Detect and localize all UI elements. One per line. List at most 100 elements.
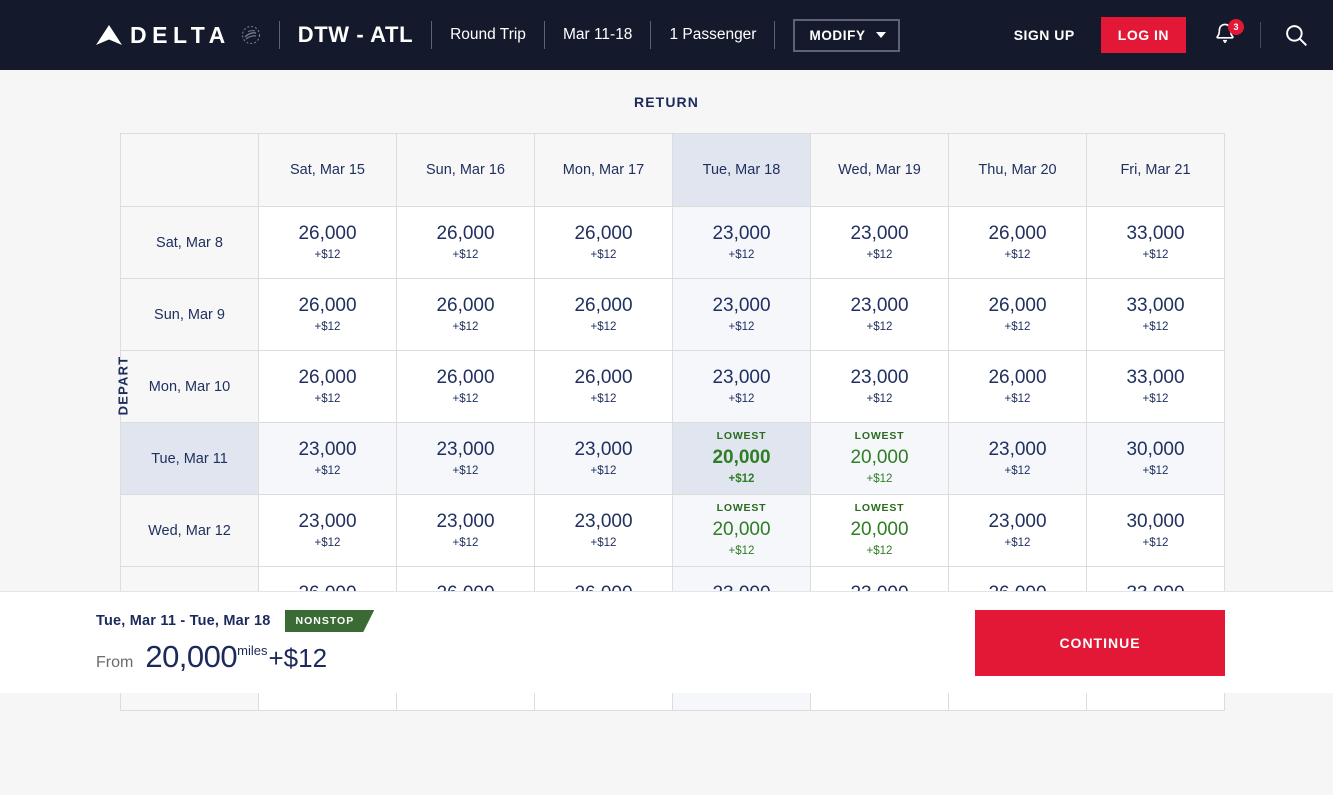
fare-fee: +$12 bbox=[949, 391, 1086, 408]
fare-miles: 23,000 bbox=[949, 437, 1086, 463]
search-button[interactable] bbox=[1283, 22, 1309, 48]
delta-logo[interactable]: DELTA bbox=[96, 24, 261, 47]
fare-cell[interactable]: 26,000+$12 bbox=[397, 207, 535, 279]
fare-fee: +$12 bbox=[1087, 463, 1224, 480]
fare-cell[interactable]: 23,000+$12 bbox=[811, 351, 949, 423]
lowest-fare-tag: LOWEST bbox=[673, 501, 810, 517]
fare-cell[interactable]: 23,000+$12 bbox=[811, 207, 949, 279]
fare-cell[interactable]: 23,000+$12 bbox=[259, 495, 397, 567]
fare-miles: 26,000 bbox=[949, 365, 1086, 391]
fare-cell[interactable]: 26,000+$12 bbox=[397, 351, 535, 423]
return-date-column-header[interactable]: Sat, Mar 15 bbox=[259, 134, 397, 207]
fare-miles: 20,000 bbox=[673, 517, 810, 543]
fare-miles: 30,000 bbox=[1087, 437, 1224, 463]
fare-fee: +$12 bbox=[949, 319, 1086, 336]
fare-cell[interactable]: 26,000+$12 bbox=[397, 279, 535, 351]
fare-cell[interactable]: 23,000+$12 bbox=[535, 423, 673, 495]
fare-cell[interactable]: 23,000+$12 bbox=[397, 495, 535, 567]
table-header-row: Sat, Mar 15Sun, Mar 16Mon, Mar 17Tue, Ma… bbox=[121, 134, 1225, 207]
fare-fee: +$12 bbox=[673, 247, 810, 264]
fare-miles: 26,000 bbox=[397, 293, 534, 319]
fare-cell[interactable]: 26,000+$12 bbox=[949, 279, 1087, 351]
fare-fee: +$12 bbox=[535, 535, 672, 552]
fare-miles: 23,000 bbox=[397, 437, 534, 463]
fare-miles: 23,000 bbox=[397, 509, 534, 535]
fare-cell[interactable]: 23,000+$12 bbox=[535, 495, 673, 567]
fare-cell[interactable]: 33,000+$12 bbox=[1087, 207, 1225, 279]
header-divider bbox=[650, 21, 651, 49]
lowest-fare-tag: LOWEST bbox=[811, 501, 948, 517]
fare-miles: 33,000 bbox=[1087, 365, 1224, 391]
fare-miles: 33,000 bbox=[1087, 293, 1224, 319]
miles-unit-label: miles bbox=[237, 643, 267, 658]
fare-cell[interactable]: 26,000+$12 bbox=[535, 207, 673, 279]
fare-cell[interactable]: LOWEST20,000+$12 bbox=[811, 423, 949, 495]
fare-fee: +$12 bbox=[811, 247, 948, 264]
fare-fee: +$12 bbox=[259, 535, 396, 552]
fare-cell[interactable]: 33,000+$12 bbox=[1087, 351, 1225, 423]
depart-date-row-header[interactable]: Tue, Mar 11 bbox=[121, 423, 259, 495]
fare-miles: 26,000 bbox=[397, 365, 534, 391]
fare-cell[interactable]: 33,000+$12 bbox=[1087, 279, 1225, 351]
depart-date-row-header[interactable]: Mon, Mar 10 bbox=[121, 351, 259, 423]
continue-button[interactable]: CONTINUE bbox=[975, 610, 1225, 676]
fare-cell[interactable]: 23,000+$12 bbox=[811, 279, 949, 351]
fare-cell[interactable]: LOWEST20,000+$12 bbox=[673, 495, 811, 567]
fare-cell[interactable]: 30,000+$12 bbox=[1087, 495, 1225, 567]
fare-fee: +$12 bbox=[397, 535, 534, 552]
fare-fee: +$12 bbox=[259, 463, 396, 480]
return-date-column-header[interactable]: Thu, Mar 20 bbox=[949, 134, 1087, 207]
fare-cell[interactable]: 26,000+$12 bbox=[259, 351, 397, 423]
fare-fee: +$12 bbox=[811, 319, 948, 336]
from-label: From bbox=[96, 654, 133, 672]
table-row: Mon, Mar 1026,000+$1226,000+$1226,000+$1… bbox=[121, 351, 1225, 423]
fare-cell[interactable]: 23,000+$12 bbox=[673, 207, 811, 279]
fare-cell[interactable]: 23,000+$12 bbox=[949, 495, 1087, 567]
depart-date-row-header[interactable]: Sat, Mar 8 bbox=[121, 207, 259, 279]
fare-cell[interactable]: 26,000+$12 bbox=[259, 207, 397, 279]
fare-fee: +$12 bbox=[811, 391, 948, 408]
return-axis-label: RETURN bbox=[0, 94, 1333, 110]
return-date-column-header[interactable]: Mon, Mar 17 bbox=[535, 134, 673, 207]
sign-up-link[interactable]: SIGN UP bbox=[1014, 27, 1075, 43]
fare-cell[interactable]: 26,000+$12 bbox=[259, 279, 397, 351]
fare-cell[interactable]: 26,000+$12 bbox=[535, 351, 673, 423]
fare-cell[interactable]: LOWEST20,000+$12 bbox=[811, 495, 949, 567]
return-date-column-header[interactable]: Sun, Mar 16 bbox=[397, 134, 535, 207]
return-date-column-header[interactable]: Wed, Mar 19 bbox=[811, 134, 949, 207]
fare-cell[interactable]: 23,000+$12 bbox=[949, 423, 1087, 495]
depart-date-row-header[interactable]: Wed, Mar 12 bbox=[121, 495, 259, 567]
fare-fee: +$12 bbox=[673, 471, 810, 488]
trip-summary-price: From 20,000 miles +$12 bbox=[96, 639, 374, 675]
return-date-column-header[interactable]: Fri, Mar 21 bbox=[1087, 134, 1225, 207]
modify-button-label: MODIFY bbox=[809, 28, 865, 43]
lowest-fare-tag: LOWEST bbox=[673, 429, 810, 445]
return-date-column-header[interactable]: Tue, Mar 18 bbox=[673, 134, 811, 207]
fare-miles: 23,000 bbox=[673, 221, 810, 247]
fare-cell[interactable]: 23,000+$12 bbox=[397, 423, 535, 495]
fare-cell[interactable]: 23,000+$12 bbox=[673, 351, 811, 423]
fare-fee: +$12 bbox=[949, 463, 1086, 480]
depart-axis-label: DEPART bbox=[115, 356, 130, 416]
depart-date-row-header[interactable]: Sun, Mar 9 bbox=[121, 279, 259, 351]
fare-cell[interactable]: 26,000+$12 bbox=[949, 351, 1087, 423]
log-in-button[interactable]: LOG IN bbox=[1101, 17, 1186, 53]
fare-miles: 33,000 bbox=[1087, 221, 1224, 247]
fare-cell[interactable]: 23,000+$12 bbox=[673, 279, 811, 351]
fare-cell[interactable]: 26,000+$12 bbox=[535, 279, 673, 351]
chevron-down-icon bbox=[876, 32, 886, 38]
delta-triangle-icon bbox=[96, 25, 122, 45]
selection-summary-bar: Tue, Mar 11 - Tue, Mar 18 NONSTOP From 2… bbox=[0, 591, 1333, 693]
fare-miles: 23,000 bbox=[535, 437, 672, 463]
lowest-fare-tag: LOWEST bbox=[811, 429, 948, 445]
modify-search-button[interactable]: MODIFY bbox=[793, 19, 899, 52]
fare-cell[interactable]: 23,000+$12 bbox=[259, 423, 397, 495]
fare-cell[interactable]: LOWEST20,000+$12 bbox=[673, 423, 811, 495]
fare-miles: 26,000 bbox=[397, 221, 534, 247]
selected-dates-label: Tue, Mar 11 - Tue, Mar 18 bbox=[96, 613, 271, 629]
fare-cell[interactable]: 30,000+$12 bbox=[1087, 423, 1225, 495]
notifications-button[interactable]: 3 bbox=[1212, 21, 1238, 49]
site-header: DELTA DTW - ATL Round Trip Mar 11-18 1 P… bbox=[0, 0, 1333, 70]
fare-cell[interactable]: 26,000+$12 bbox=[949, 207, 1087, 279]
fare-fee: +$12 bbox=[1087, 319, 1224, 336]
